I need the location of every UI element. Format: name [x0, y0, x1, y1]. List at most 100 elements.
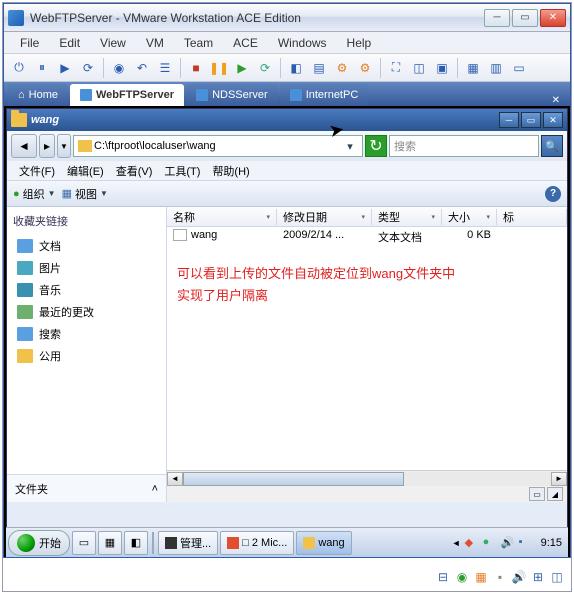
stop-record-icon[interactable]: ■ — [185, 57, 207, 79]
quick-launch-2[interactable]: ▦ — [98, 531, 122, 555]
tab-internetpc[interactable]: InternetPC — [280, 84, 369, 106]
folders-toggle[interactable]: 文件夹 ˄ — [7, 474, 166, 502]
tray-volume-icon[interactable]: 🔊 — [501, 536, 515, 550]
organize-button[interactable]: ● 组织 ▼ — [13, 186, 56, 202]
start-button[interactable]: 开始 — [8, 530, 70, 556]
summary-icon[interactable]: ▦ — [462, 57, 484, 79]
close-button[interactable]: ✕ — [540, 9, 566, 27]
appliance-icon[interactable]: ▥ — [485, 57, 507, 79]
fullscreen-icon[interactable]: ⛶ — [385, 57, 407, 79]
sidebar-icon[interactable]: ▤ — [308, 57, 330, 79]
sidebar-item-图片[interactable]: 图片 — [13, 257, 160, 279]
vmware-message-icon[interactable]: ◫ — [549, 569, 565, 585]
menu-windows[interactable]: Windows — [268, 34, 337, 52]
resize-grip-icon[interactable]: ◢ — [547, 487, 563, 501]
menu-help[interactable]: Help — [337, 34, 382, 52]
suspend-icon[interactable]: ⏸ — [31, 57, 53, 79]
minimize-button[interactable]: ─ — [484, 9, 510, 27]
nav-forward-button[interactable]: ▸ — [39, 134, 55, 158]
preview-pane-icon[interactable]: ▭ — [529, 487, 545, 501]
menu-file[interactable]: File — [10, 34, 49, 52]
quick-switch-icon[interactable]: ◫ — [408, 57, 430, 79]
chevron-down-icon[interactable]: ▾ — [342, 140, 358, 153]
vmware-floppy-icon[interactable]: ▦ — [473, 569, 489, 585]
col-modified[interactable]: 修改日期▾ — [277, 209, 372, 225]
file-list[interactable]: wang 2009/2/14 ... 文本文档 0 KB 可以看到上传的文件自动… — [167, 227, 567, 470]
menu-ace[interactable]: ACE — [223, 34, 268, 52]
sidebar-item-文档[interactable]: 文档 — [13, 235, 160, 257]
horizontal-scrollbar: ◄ ► — [167, 470, 567, 486]
menu-edit[interactable]: Edit — [49, 34, 90, 52]
search-button[interactable]: 🔍 — [541, 135, 563, 157]
tab-pc-label: InternetPC — [306, 89, 359, 101]
nav-back-button[interactable]: ◄ — [11, 134, 37, 158]
maximize-button[interactable]: ▭ — [512, 9, 538, 27]
pause-record-icon[interactable]: ❚❚ — [208, 57, 230, 79]
nav-history-button[interactable]: ▼ — [57, 134, 71, 158]
tray-network-icon[interactable]: ▪ — [519, 536, 533, 550]
scroll-track[interactable] — [183, 472, 551, 486]
address-input[interactable]: C:\ftproot\localuser\wang ▾ — [73, 135, 363, 157]
revert-icon[interactable]: ↶ — [131, 57, 153, 79]
exp-maximize-button[interactable]: ▭ — [521, 112, 541, 128]
console-icon[interactable]: ▭ — [508, 57, 530, 79]
vmware-sound-icon[interactable]: 🔊 — [511, 569, 527, 585]
scroll-right-button[interactable]: ► — [551, 472, 567, 486]
show-tabs-icon[interactable]: ◧ — [285, 57, 307, 79]
taskbar-item-wang[interactable]: wang — [296, 531, 351, 555]
menu-team[interactable]: Team — [174, 34, 223, 52]
vmware-network-icon[interactable]: ▪ — [492, 569, 508, 585]
reset-icon[interactable]: ⟳ — [77, 57, 99, 79]
snapshot-icon[interactable]: ◉ — [108, 57, 130, 79]
manage-snap-icon[interactable]: ☰ — [154, 57, 176, 79]
sidebar-item-公用[interactable]: 公用 — [13, 345, 160, 367]
scroll-left-button[interactable]: ◄ — [167, 472, 183, 486]
power-on-icon[interactable]: ▶ — [54, 57, 76, 79]
scroll-thumb[interactable] — [183, 472, 404, 486]
tab-close-button[interactable]: ✕ — [546, 95, 566, 106]
taskbar-clock[interactable]: 9:15 — [541, 537, 562, 549]
toolbar-icon-2[interactable]: ⚙ — [354, 57, 376, 79]
col-type[interactable]: 类型▾ — [372, 209, 442, 225]
exp-menu-file[interactable]: 文件(F) — [13, 163, 61, 179]
col-name[interactable]: 名称▾ — [167, 209, 277, 225]
play-record-icon[interactable]: ▶ — [231, 57, 253, 79]
tab-ndsserver[interactable]: NDSServer — [186, 84, 278, 106]
vmware-disk-icon[interactable]: ⊟ — [435, 569, 451, 585]
explorer-titlebar[interactable]: wang ─ ▭ ✕ — [7, 109, 567, 131]
toolbar-icon-1[interactable]: ⚙ — [331, 57, 353, 79]
power-off-icon[interactable]: ⏻ — [8, 57, 30, 79]
quick-launch-1[interactable]: ▭ — [72, 531, 96, 555]
exp-menu-help[interactable]: 帮助(H) — [206, 163, 255, 179]
vmware-usb-icon[interactable]: ⊞ — [530, 569, 546, 585]
tray-icon-1[interactable]: ◆ — [465, 536, 479, 550]
vmware-cd-icon[interactable]: ◉ — [454, 569, 470, 585]
exp-menu-edit[interactable]: 编辑(E) — [61, 163, 110, 179]
vmware-titlebar[interactable]: WebFTPServer - VMware Workstation ACE Ed… — [4, 4, 570, 32]
sidebar-item-音乐[interactable]: 音乐 — [13, 279, 160, 301]
sidebar-item-最近的更改[interactable]: 最近的更改 — [13, 301, 160, 323]
menu-vm[interactable]: VM — [136, 34, 174, 52]
replay-icon[interactable]: ⟳ — [254, 57, 276, 79]
tray-icon-2[interactable]: ● — [483, 536, 497, 550]
tab-webftpserver[interactable]: WebFTPServer — [70, 84, 184, 106]
col-size[interactable]: 大小▾ — [442, 209, 497, 225]
col-tag[interactable]: 标 — [497, 209, 567, 225]
refresh-button[interactable]: ↻ — [365, 135, 387, 157]
tray-expand-icon[interactable]: ◄ — [452, 538, 461, 548]
menu-view[interactable]: View — [90, 34, 136, 52]
help-button[interactable]: ? — [545, 186, 561, 202]
views-button[interactable]: ▦ 视图 ▼ — [62, 186, 108, 202]
unity-icon[interactable]: ▣ — [431, 57, 453, 79]
file-row[interactable]: wang 2009/2/14 ... 文本文档 0 KB — [167, 227, 567, 247]
tab-home[interactable]: ⌂ Home — [8, 84, 68, 106]
search-input[interactable]: 搜索 — [389, 135, 539, 157]
exp-menu-view[interactable]: 查看(V) — [110, 163, 159, 179]
sidebar-item-搜索[interactable]: 搜索 — [13, 323, 160, 345]
exp-menu-tools[interactable]: 工具(T) — [158, 163, 206, 179]
exp-minimize-button[interactable]: ─ — [499, 112, 519, 128]
taskbar-item-管理...[interactable]: 管理... — [158, 531, 218, 555]
taskbar-item-2 Mic...[interactable]: □ 2 Mic... — [220, 531, 294, 555]
quick-launch-3[interactable]: ◧ — [124, 531, 148, 555]
exp-close-button[interactable]: ✕ — [543, 112, 563, 128]
